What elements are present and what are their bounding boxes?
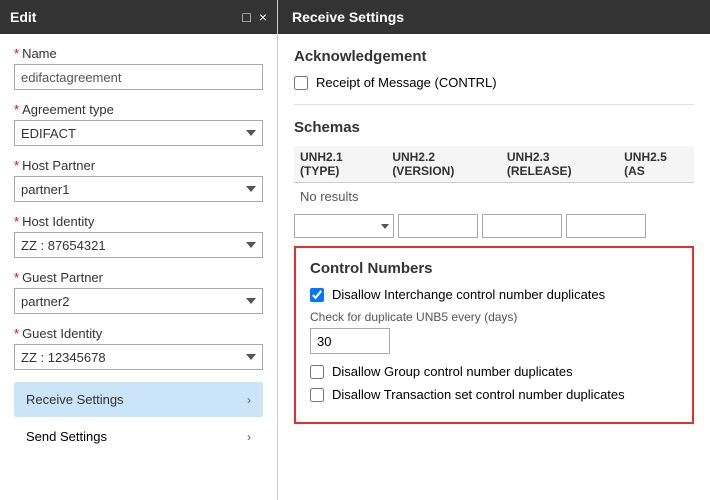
right-header-title: Receive Settings (292, 9, 404, 25)
left-panel: Edit □ × *Name *Agreement type EDIFACT *… (0, 0, 278, 500)
schemas-title: Schemas (294, 119, 694, 136)
close-icon[interactable]: × (259, 10, 267, 24)
guest-identity-label: *Guest Identity (14, 326, 263, 341)
schemas-col-version: UNH2.2 (VERSION) (386, 146, 501, 183)
left-header-title: Edit (10, 9, 36, 25)
disallow-interchange-label: Disallow Interchange control number dupl… (332, 287, 605, 302)
disallow-transaction-checkbox[interactable] (310, 388, 324, 402)
host-identity-select[interactable]: ZZ : 87654321 (14, 232, 263, 258)
receive-settings-chevron-icon: › (247, 393, 251, 407)
receipt-label: Receipt of Message (CONTRL) (316, 75, 497, 90)
host-partner-field-group: *Host Partner partner1 (14, 158, 263, 202)
schemas-section: Schemas UNH2.1 (TYPE) UNH2.2 (VERSION) U… (294, 119, 694, 238)
name-field-group: *Name (14, 46, 263, 90)
nav-section: Receive Settings › Send Settings › (14, 382, 263, 454)
name-input[interactable] (14, 64, 263, 90)
days-input[interactable] (310, 328, 390, 354)
guest-partner-field-group: *Guest Partner partner2 (14, 270, 263, 314)
guest-identity-required-star: * (14, 326, 19, 341)
nav-send-settings-label: Send Settings (26, 429, 107, 444)
right-header: Receive Settings (278, 0, 710, 34)
agreement-type-field-group: *Agreement type EDIFACT (14, 102, 263, 146)
disallow-interchange-checkbox[interactable] (310, 288, 324, 302)
left-content: *Name *Agreement type EDIFACT *Host Part… (0, 34, 277, 500)
host-identity-field-group: *Host Identity ZZ : 87654321 (14, 214, 263, 258)
nav-item-send-settings[interactable]: Send Settings › (14, 419, 263, 454)
guest-partner-label: *Guest Partner (14, 270, 263, 285)
schemas-release-input[interactable] (482, 214, 562, 238)
right-content: Acknowledgement Receipt of Message (CONT… (278, 34, 710, 500)
agreement-type-required-star: * (14, 102, 19, 117)
send-settings-chevron-icon: › (247, 430, 251, 444)
schemas-as-input[interactable] (566, 214, 646, 238)
nav-item-receive-settings[interactable]: Receive Settings › (14, 382, 263, 417)
acknowledgement-title: Acknowledgement (294, 48, 694, 65)
disallow-interchange-row: Disallow Interchange control number dupl… (310, 287, 678, 302)
host-partner-required-star: * (14, 158, 19, 173)
control-numbers-title: Control Numbers (310, 260, 678, 277)
right-panel: Receive Settings Acknowledgement Receipt… (278, 0, 710, 500)
disallow-group-row: Disallow Group control number duplicates (310, 364, 678, 379)
minimize-icon[interactable]: □ (242, 10, 250, 24)
guest-identity-field-group: *Guest Identity ZZ : 12345678 (14, 326, 263, 370)
schemas-no-results: No results (294, 183, 694, 210)
disallow-group-checkbox[interactable] (310, 365, 324, 379)
schemas-col-as: UNH2.5 (AS (618, 146, 694, 183)
name-required-star: * (14, 46, 19, 61)
schemas-type-select[interactable] (294, 214, 394, 238)
guest-partner-required-star: * (14, 270, 19, 285)
disallow-group-label: Disallow Group control number duplicates (332, 364, 573, 379)
left-header-icons: □ × (242, 10, 267, 24)
host-identity-required-star: * (14, 214, 19, 229)
nav-receive-settings-label: Receive Settings (26, 392, 124, 407)
left-header: Edit □ × (0, 0, 277, 34)
schemas-add-row (294, 214, 694, 238)
guest-partner-select[interactable]: partner2 (14, 288, 263, 314)
schemas-col-release: UNH2.3 (RELEASE) (501, 146, 618, 183)
receipt-checkbox-row: Receipt of Message (CONTRL) (294, 75, 694, 90)
disallow-transaction-label: Disallow Transaction set control number … (332, 387, 625, 402)
agreement-type-select[interactable]: EDIFACT (14, 120, 263, 146)
schemas-col-type: UNH2.1 (TYPE) (294, 146, 386, 183)
disallow-transaction-row: Disallow Transaction set control number … (310, 387, 678, 402)
check-duplicate-label: Check for duplicate UNB5 every (days) (310, 310, 678, 324)
agreement-type-label: *Agreement type (14, 102, 263, 117)
receipt-checkbox[interactable] (294, 76, 308, 90)
ack-schemas-divider (294, 104, 694, 105)
control-numbers-box: Control Numbers Disallow Interchange con… (294, 246, 694, 424)
host-partner-label: *Host Partner (14, 158, 263, 173)
name-label: *Name (14, 46, 263, 61)
guest-identity-select[interactable]: ZZ : 12345678 (14, 344, 263, 370)
schemas-table: UNH2.1 (TYPE) UNH2.2 (VERSION) UNH2.3 (R… (294, 146, 694, 183)
host-partner-select[interactable]: partner1 (14, 176, 263, 202)
host-identity-label: *Host Identity (14, 214, 263, 229)
schemas-version-input[interactable] (398, 214, 478, 238)
